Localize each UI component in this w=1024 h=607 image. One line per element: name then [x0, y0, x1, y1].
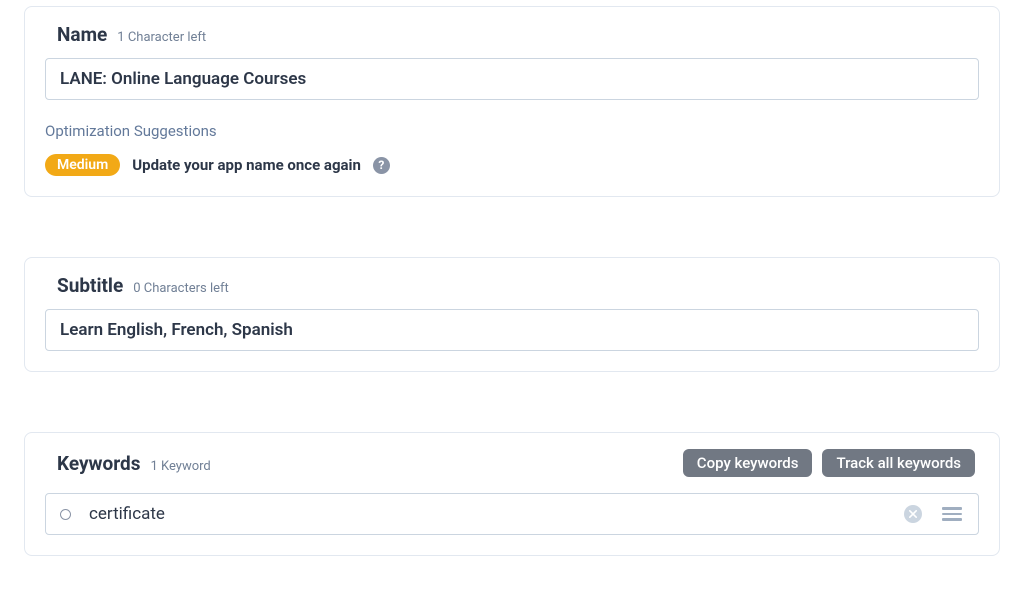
keywords-header: Keywords 1 Keyword Copy keywords Track a… [45, 449, 979, 477]
suggestion-text: Update your app name once again [132, 156, 361, 174]
keywords-title: Keywords [57, 452, 140, 475]
track-all-keywords-button[interactable]: Track all keywords [822, 449, 975, 477]
keywords-card: Keywords 1 Keyword Copy keywords Track a… [24, 432, 1000, 556]
subtitle-input[interactable] [45, 309, 979, 351]
keyword-text: certificate [89, 504, 886, 524]
name-card: Name 1 Character left Optimization Sugge… [24, 6, 1000, 197]
copy-keywords-button[interactable]: Copy keywords [683, 449, 813, 477]
keywords-count: 1 Keyword [150, 459, 210, 474]
optimization-suggestions-label: Optimization Suggestions [45, 122, 979, 140]
drag-handle-icon[interactable] [940, 505, 964, 523]
name-header: Name 1 Character left [45, 23, 979, 46]
keywords-buttons: Copy keywords Track all keywords [683, 449, 975, 477]
suggestion-row: Medium Update your app name once again ? [45, 154, 979, 176]
subtitle-header: Subtitle 0 Characters left [45, 274, 979, 297]
subtitle-card: Subtitle 0 Characters left [24, 257, 1000, 372]
keywords-header-left: Keywords 1 Keyword [57, 452, 211, 475]
keyword-row: certificate [45, 493, 979, 535]
suggestion-badge-medium: Medium [45, 154, 120, 176]
remove-keyword-icon[interactable] [904, 505, 922, 523]
keyword-radio[interactable] [60, 509, 71, 520]
subtitle-char-left: 0 Characters left [133, 281, 229, 296]
subtitle-title: Subtitle [57, 274, 123, 297]
name-title: Name [57, 23, 107, 46]
name-input[interactable] [45, 58, 979, 100]
name-char-left: 1 Character left [117, 30, 206, 45]
help-icon[interactable]: ? [373, 157, 390, 174]
